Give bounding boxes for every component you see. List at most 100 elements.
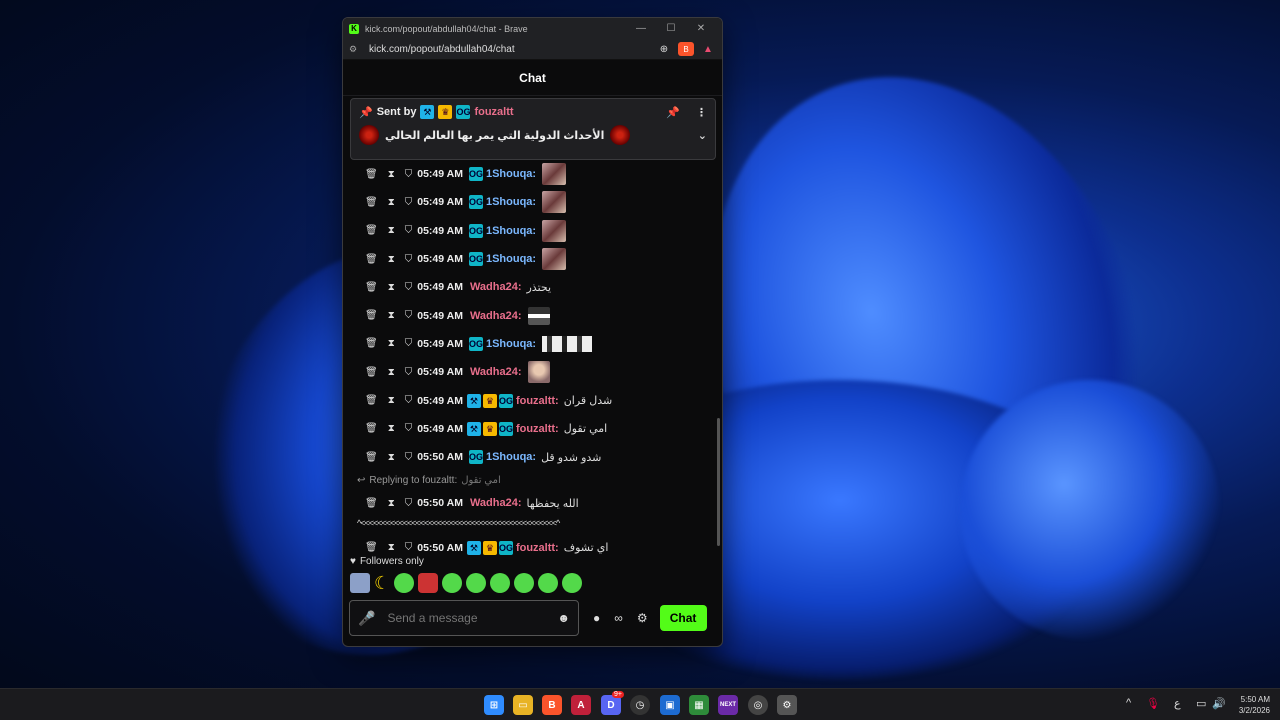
brave-browser-icon[interactable]: B [542, 695, 562, 715]
network-icon[interactable]: ▭ [1196, 697, 1206, 710]
mic-tray-icon[interactable]: 🎙 [1146, 697, 1160, 710]
shield-icon[interactable]: ⛉ [405, 542, 413, 553]
discord-icon[interactable]: D [601, 695, 621, 715]
shield-icon[interactable]: ⛉ [405, 423, 413, 434]
clock-app-icon[interactable]: ◷ [630, 695, 650, 715]
close-button[interactable]: ✕ [686, 23, 716, 34]
file-explorer-icon[interactable]: ▭ [513, 695, 533, 715]
chevron-down-icon[interactable]: ⌄ [698, 129, 707, 142]
app-a-icon[interactable]: A [571, 695, 591, 715]
timeout-hourglass-icon[interactable]: ⧗ [388, 542, 395, 553]
settings-gear-icon[interactable]: ⚙ [637, 611, 648, 625]
shield-icon[interactable]: ⛉ [405, 452, 413, 463]
message-username[interactable]: 1Shouqa: [486, 451, 536, 463]
message-username[interactable]: Wadha24: [470, 310, 522, 322]
shield-icon[interactable]: ⛉ [405, 225, 413, 236]
delete-trash-icon[interactable]: 🗑 [365, 423, 378, 434]
timeout-hourglass-icon[interactable]: ⧗ [388, 225, 395, 236]
delete-trash-icon[interactable]: 🗑 [365, 169, 378, 180]
message-username[interactable]: fouzaltt: [516, 423, 559, 435]
unpin-icon[interactable]: 📌 [666, 106, 680, 119]
delete-trash-icon[interactable]: 🗑 [365, 310, 378, 321]
green-emote-icon[interactable] [490, 573, 510, 593]
maximize-button[interactable]: ☐ [656, 23, 686, 34]
delete-trash-icon[interactable]: 🗑 [365, 197, 378, 208]
message-username[interactable]: 1Shouqa: [486, 225, 536, 237]
next-app-icon[interactable]: NEXT [718, 695, 738, 715]
shield-icon[interactable]: ⛉ [405, 338, 413, 349]
send-chat-button[interactable]: Chat [659, 605, 707, 631]
message-username[interactable]: 1Shouqa: [486, 253, 536, 265]
brave-rewards-icon[interactable]: ▲ [700, 42, 716, 56]
brave-shields-icon[interactable]: B [678, 42, 694, 56]
delete-trash-icon[interactable]: 🗑 [365, 395, 378, 406]
url-field[interactable]: kick.com/popout/abdullah04/chat [369, 44, 650, 55]
delete-trash-icon[interactable]: 🗑 [365, 367, 378, 378]
tray-overflow-icon[interactable]: ^ [1126, 697, 1131, 709]
microphone-icon[interactable]: 🎤 [358, 610, 375, 627]
start-menu-icon[interactable]: ⊞ [484, 695, 504, 715]
message-username[interactable]: 1Shouqa: [486, 168, 536, 180]
message-username[interactable]: Wadha24: [470, 497, 522, 509]
delete-trash-icon[interactable]: 🗑 [365, 452, 378, 463]
green-emote-icon[interactable] [442, 573, 462, 593]
delete-trash-icon[interactable]: 🗑 [365, 542, 378, 553]
shield-icon[interactable]: ⛉ [405, 367, 413, 378]
timeout-hourglass-icon[interactable]: ⧗ [388, 367, 395, 378]
green-emote-icon[interactable] [394, 573, 414, 593]
window-app-icon[interactable]: ▣ [660, 695, 680, 715]
delete-trash-icon[interactable]: 🗑 [365, 498, 378, 509]
timeout-hourglass-icon[interactable]: ⧗ [388, 423, 395, 434]
pinned-username[interactable]: fouzaltt [474, 106, 513, 118]
timeout-hourglass-icon[interactable]: ⧗ [388, 197, 395, 208]
zoom-icon[interactable]: ⊕ [656, 42, 672, 56]
chat-message-list[interactable]: 🗑 ⧗ ⛉ 05:49 AM OG 1Shouqa: 🗑 ⧗ ⛉ 05:49 AM OG 1Shouq… [343, 160, 721, 560]
message-username[interactable]: Wadha24: [470, 281, 522, 293]
shield-icon[interactable]: ⛉ [405, 282, 413, 293]
timeout-hourglass-icon[interactable]: ⧗ [388, 282, 395, 293]
green-emote-icon[interactable] [538, 573, 558, 593]
red-face-emote-icon[interactable] [418, 573, 438, 593]
green-emote-icon[interactable] [562, 573, 582, 593]
site-settings-icon[interactable]: ⚙ [349, 44, 363, 55]
infinity-icon[interactable]: ∞ [614, 611, 623, 625]
moon-emote-icon[interactable]: ☾ [374, 573, 390, 593]
emoji-picker-icon[interactable]: ☻ [557, 611, 570, 625]
game-app-icon[interactable]: ▦ [689, 695, 709, 715]
minimize-button[interactable]: — [626, 23, 656, 34]
delete-trash-icon[interactable]: 🗑 [365, 254, 378, 265]
timeout-hourglass-icon[interactable]: ⧗ [388, 498, 395, 509]
message-username[interactable]: 1Shouqa: [486, 196, 536, 208]
delete-trash-icon[interactable]: 🗑 [365, 225, 378, 236]
timeout-hourglass-icon[interactable]: ⧗ [388, 395, 395, 406]
message-username[interactable]: fouzaltt: [516, 395, 559, 407]
message-username[interactable]: 1Shouqa: [486, 338, 536, 350]
message-input-box[interactable]: 🎤 ☻ [349, 600, 579, 636]
language-indicator[interactable]: ع [1174, 697, 1181, 710]
green-emote-icon[interactable] [514, 573, 534, 593]
settings-app-icon[interactable]: ⚙ [777, 695, 797, 715]
recorder-app-icon[interactable]: ◎ [748, 695, 768, 715]
more-options-icon[interactable]: ⋮ [696, 106, 707, 119]
timeout-hourglass-icon[interactable]: ⧗ [388, 452, 395, 463]
chat-scrollbar[interactable] [717, 418, 720, 546]
shield-icon[interactable]: ⛉ [405, 498, 413, 509]
points-icon[interactable]: ● [593, 611, 600, 625]
message-username[interactable]: Wadha24: [470, 366, 522, 378]
shield-icon[interactable]: ⛉ [405, 169, 413, 180]
avatar-emote-icon[interactable] [350, 573, 370, 593]
volume-icon[interactable]: 🔊 [1212, 697, 1226, 710]
shield-icon[interactable]: ⛉ [405, 254, 413, 265]
shield-icon[interactable]: ⛉ [405, 395, 413, 406]
timeout-hourglass-icon[interactable]: ⧗ [388, 338, 395, 349]
message-username[interactable]: fouzaltt: [516, 542, 559, 554]
message-input[interactable] [387, 611, 546, 625]
shield-icon[interactable]: ⛉ [405, 310, 413, 321]
timeout-hourglass-icon[interactable]: ⧗ [388, 169, 395, 180]
delete-trash-icon[interactable]: 🗑 [365, 338, 378, 349]
taskbar-clock[interactable]: 5:50 AM 3/2/2026 [1230, 694, 1270, 716]
timeout-hourglass-icon[interactable]: ⧗ [388, 254, 395, 265]
timeout-hourglass-icon[interactable]: ⧗ [388, 310, 395, 321]
delete-trash-icon[interactable]: 🗑 [365, 282, 378, 293]
green-emote-icon[interactable] [466, 573, 486, 593]
